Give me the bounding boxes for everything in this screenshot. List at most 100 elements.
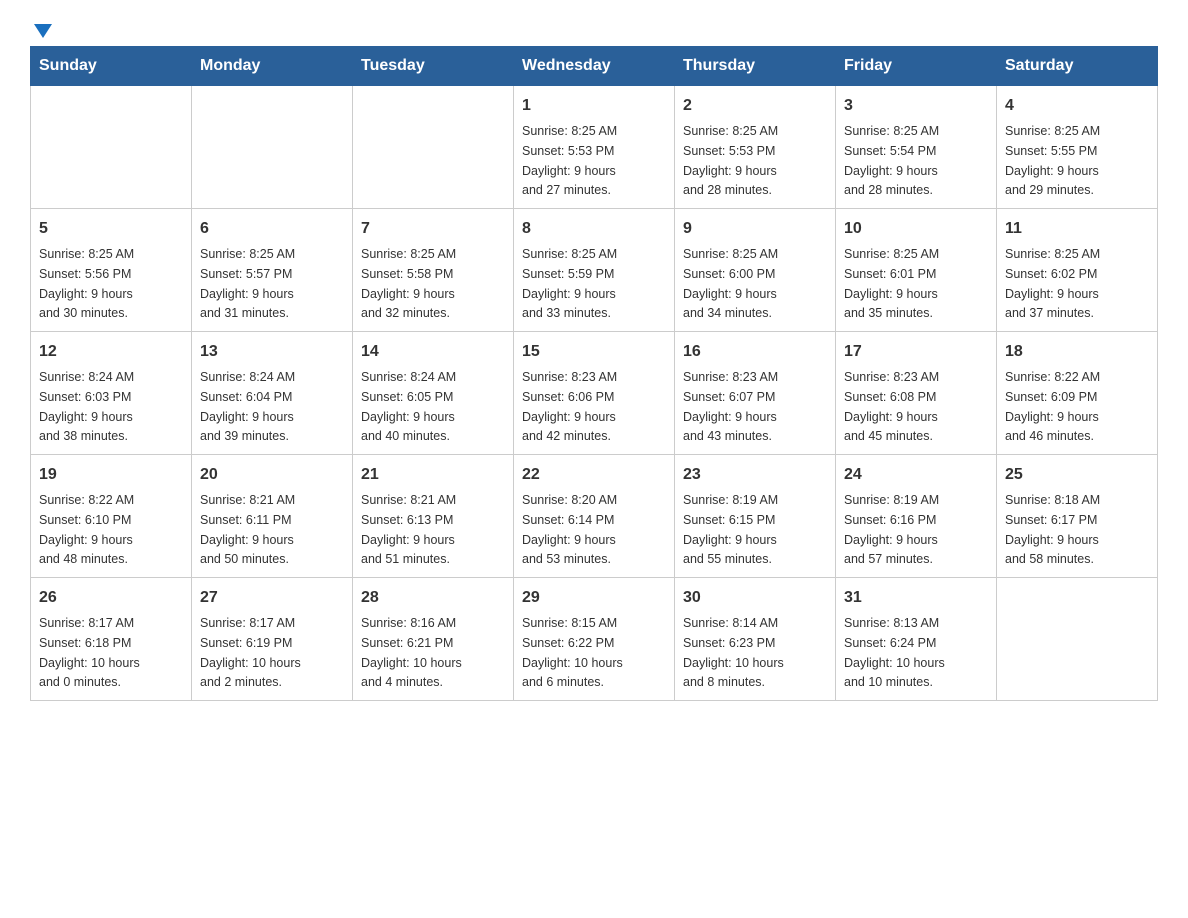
calendar-day-cell: 2 Sunrise: 8:25 AM Sunset: 5:53 PM Daylig… [675,86,836,209]
calendar-day-cell: 24 Sunrise: 8:19 AM Sunset: 6:16 PM Dayli… [836,455,997,578]
day-number: 15 [522,340,666,364]
day-number: 26 [39,586,183,610]
calendar-day-cell: 29 Sunrise: 8:15 AM Sunset: 6:22 PM Dayli… [514,578,675,701]
day-info: Sunrise: 8:25 AM Sunset: 5:54 PM Dayligh… [844,124,939,197]
weekday-header-wednesday: Wednesday [514,47,675,86]
day-info: Sunrise: 8:25 AM Sunset: 6:00 PM Dayligh… [683,247,778,320]
day-number: 13 [200,340,344,364]
day-number: 1 [522,94,666,118]
calendar-day-cell: 7 Sunrise: 8:25 AM Sunset: 5:58 PM Daylig… [353,209,514,332]
calendar-day-cell [353,86,514,209]
calendar-day-cell: 21 Sunrise: 8:21 AM Sunset: 6:13 PM Dayli… [353,455,514,578]
calendar-day-cell: 19 Sunrise: 8:22 AM Sunset: 6:10 PM Dayli… [31,455,192,578]
day-info: Sunrise: 8:25 AM Sunset: 6:01 PM Dayligh… [844,247,939,320]
calendar-day-cell: 20 Sunrise: 8:21 AM Sunset: 6:11 PM Dayli… [192,455,353,578]
calendar-day-cell: 11 Sunrise: 8:25 AM Sunset: 6:02 PM Dayli… [997,209,1158,332]
calendar-day-cell: 13 Sunrise: 8:24 AM Sunset: 6:04 PM Dayli… [192,332,353,455]
calendar-day-cell: 27 Sunrise: 8:17 AM Sunset: 6:19 PM Dayli… [192,578,353,701]
day-number: 24 [844,463,988,487]
day-number: 18 [1005,340,1149,364]
logo-triangle-icon [32,20,54,42]
day-number: 20 [200,463,344,487]
day-info: Sunrise: 8:20 AM Sunset: 6:14 PM Dayligh… [522,493,617,566]
day-number: 11 [1005,217,1149,241]
day-info: Sunrise: 8:25 AM Sunset: 5:58 PM Dayligh… [361,247,456,320]
calendar-table: SundayMondayTuesdayWednesdayThursdayFrid… [30,46,1158,701]
calendar-day-cell: 31Sunrise: 8:13 AM Sunset: 6:24 PM Dayli… [836,578,997,701]
day-number: 4 [1005,94,1149,118]
day-info: Sunrise: 8:22 AM Sunset: 6:09 PM Dayligh… [1005,370,1100,443]
calendar-week-row: 26 Sunrise: 8:17 AM Sunset: 6:18 PM Dayli… [31,578,1158,701]
day-number: 16 [683,340,827,364]
day-number: 17 [844,340,988,364]
day-number: 3 [844,94,988,118]
calendar-day-cell: 14Sunrise: 8:24 AM Sunset: 6:05 PM Dayli… [353,332,514,455]
day-info: Sunrise: 8:23 AM Sunset: 6:07 PM Dayligh… [683,370,778,443]
day-number: 12 [39,340,183,364]
calendar-day-cell: 12 Sunrise: 8:24 AM Sunset: 6:03 PM Dayli… [31,332,192,455]
weekday-header-tuesday: Tuesday [353,47,514,86]
day-info: Sunrise: 8:19 AM Sunset: 6:15 PM Dayligh… [683,493,778,566]
day-info: Sunrise: 8:25 AM Sunset: 5:56 PM Dayligh… [39,247,134,320]
logo [30,20,54,36]
day-number: 7 [361,217,505,241]
weekday-header-row: SundayMondayTuesdayWednesdayThursdayFrid… [31,47,1158,86]
calendar-day-cell: 15 Sunrise: 8:23 AM Sunset: 6:06 PM Dayli… [514,332,675,455]
calendar-week-row: 19 Sunrise: 8:22 AM Sunset: 6:10 PM Dayli… [31,455,1158,578]
day-info: Sunrise: 8:23 AM Sunset: 6:06 PM Dayligh… [522,370,617,443]
calendar-day-cell: 18 Sunrise: 8:22 AM Sunset: 6:09 PM Dayli… [997,332,1158,455]
day-number: 19 [39,463,183,487]
calendar-day-cell: 9 Sunrise: 8:25 AM Sunset: 6:00 PM Daylig… [675,209,836,332]
calendar-week-row: 5 Sunrise: 8:25 AM Sunset: 5:56 PM Daylig… [31,209,1158,332]
day-info: Sunrise: 8:16 AM Sunset: 6:21 PM Dayligh… [361,616,462,689]
day-number: 27 [200,586,344,610]
day-info: Sunrise: 8:15 AM Sunset: 6:22 PM Dayligh… [522,616,623,689]
calendar-day-cell: 4 Sunrise: 8:25 AM Sunset: 5:55 PM Daylig… [997,86,1158,209]
day-info: Sunrise: 8:25 AM Sunset: 6:02 PM Dayligh… [1005,247,1100,320]
day-number: 30 [683,586,827,610]
weekday-header-thursday: Thursday [675,47,836,86]
calendar-day-cell [31,86,192,209]
day-number: 22 [522,463,666,487]
calendar-day-cell: 26 Sunrise: 8:17 AM Sunset: 6:18 PM Dayli… [31,578,192,701]
weekday-header-saturday: Saturday [997,47,1158,86]
calendar-day-cell: 23Sunrise: 8:19 AM Sunset: 6:15 PM Dayli… [675,455,836,578]
day-info: Sunrise: 8:18 AM Sunset: 6:17 PM Dayligh… [1005,493,1100,566]
day-number: 21 [361,463,505,487]
day-info: Sunrise: 8:24 AM Sunset: 6:03 PM Dayligh… [39,370,134,443]
calendar-day-cell: 28 Sunrise: 8:16 AM Sunset: 6:21 PM Dayli… [353,578,514,701]
day-info: Sunrise: 8:24 AM Sunset: 6:04 PM Dayligh… [200,370,295,443]
day-number: 10 [844,217,988,241]
day-info: Sunrise: 8:25 AM Sunset: 5:53 PM Dayligh… [522,124,617,197]
weekday-header-monday: Monday [192,47,353,86]
calendar-day-cell: 22 Sunrise: 8:20 AM Sunset: 6:14 PM Dayli… [514,455,675,578]
day-number: 8 [522,217,666,241]
calendar-week-row: 1 Sunrise: 8:25 AM Sunset: 5:53 PM Daylig… [31,86,1158,209]
day-number: 9 [683,217,827,241]
day-info: Sunrise: 8:24 AM Sunset: 6:05 PM Dayligh… [361,370,456,443]
day-number: 2 [683,94,827,118]
day-number: 25 [1005,463,1149,487]
day-info: Sunrise: 8:25 AM Sunset: 5:53 PM Dayligh… [683,124,778,197]
calendar-day-cell: 17Sunrise: 8:23 AM Sunset: 6:08 PM Dayli… [836,332,997,455]
calendar-day-cell: 30 Sunrise: 8:14 AM Sunset: 6:23 PM Dayli… [675,578,836,701]
day-info: Sunrise: 8:17 AM Sunset: 6:19 PM Dayligh… [200,616,301,689]
page-header [30,20,1158,36]
day-number: 29 [522,586,666,610]
day-info: Sunrise: 8:17 AM Sunset: 6:18 PM Dayligh… [39,616,140,689]
calendar-day-cell: 6Sunrise: 8:25 AM Sunset: 5:57 PM Daylig… [192,209,353,332]
weekday-header-sunday: Sunday [31,47,192,86]
day-info: Sunrise: 8:14 AM Sunset: 6:23 PM Dayligh… [683,616,784,689]
day-info: Sunrise: 8:19 AM Sunset: 6:16 PM Dayligh… [844,493,939,566]
day-number: 28 [361,586,505,610]
day-info: Sunrise: 8:21 AM Sunset: 6:11 PM Dayligh… [200,493,295,566]
calendar-day-cell: 3 Sunrise: 8:25 AM Sunset: 5:54 PM Daylig… [836,86,997,209]
calendar-day-cell: 10 Sunrise: 8:25 AM Sunset: 6:01 PM Dayli… [836,209,997,332]
day-info: Sunrise: 8:25 AM Sunset: 5:55 PM Dayligh… [1005,124,1100,197]
calendar-day-cell [192,86,353,209]
day-info: Sunrise: 8:22 AM Sunset: 6:10 PM Dayligh… [39,493,134,566]
calendar-day-cell: 25 Sunrise: 8:18 AM Sunset: 6:17 PM Dayli… [997,455,1158,578]
day-info: Sunrise: 8:25 AM Sunset: 5:59 PM Dayligh… [522,247,617,320]
day-number: 5 [39,217,183,241]
day-info: Sunrise: 8:21 AM Sunset: 6:13 PM Dayligh… [361,493,456,566]
